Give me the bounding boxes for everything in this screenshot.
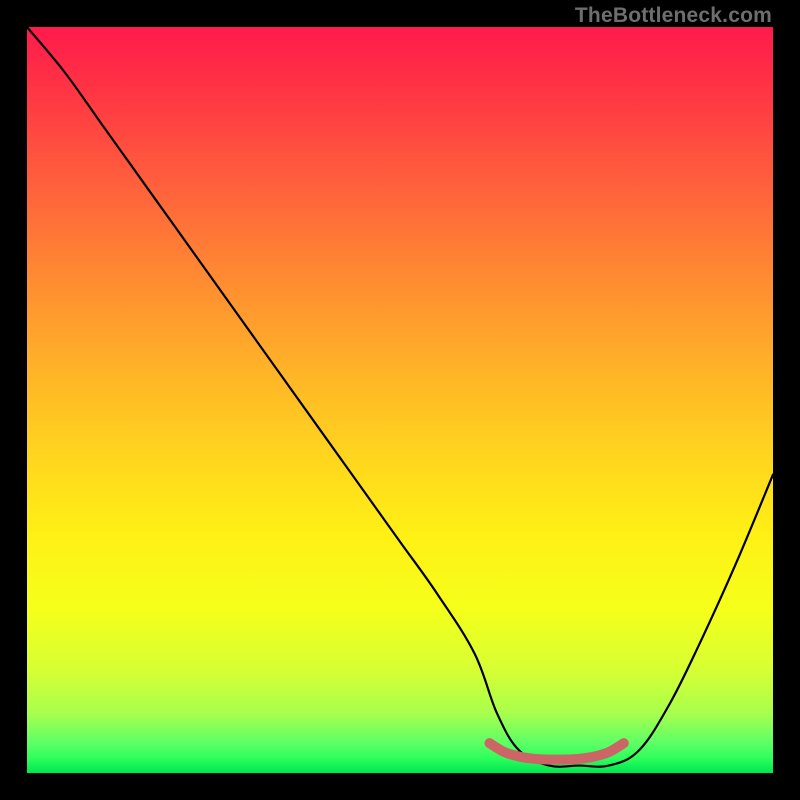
curve-overlay (27, 27, 773, 773)
optimal-marker (490, 743, 624, 760)
bottleneck-curve (27, 27, 773, 767)
watermark-text: TheBottleneck.com (575, 4, 772, 28)
plot-area (27, 27, 773, 773)
chart-container: TheBottleneck.com (0, 0, 800, 800)
